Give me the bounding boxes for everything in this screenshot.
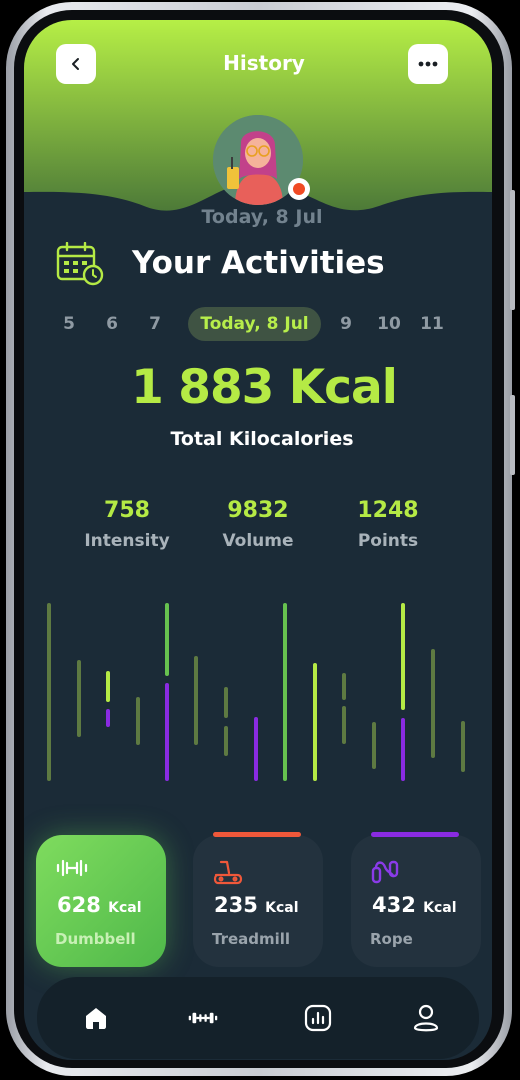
stat-points: 1248 Points	[323, 498, 453, 551]
day-11[interactable]: 11	[419, 307, 445, 341]
calendar-clock-icon	[56, 241, 104, 290]
nav-workouts[interactable]	[188, 1003, 218, 1033]
stat-value: 758	[104, 498, 150, 523]
day-today[interactable]: Today, 8 Jul	[188, 307, 321, 341]
more-horizontal-icon	[418, 61, 438, 67]
stat-intensity: 758 Intensity	[62, 498, 192, 551]
card-name: Rope	[370, 930, 413, 948]
card-kcal-value: 432	[372, 893, 416, 917]
day-5[interactable]: 5	[58, 307, 80, 341]
nav-stats[interactable]	[303, 1003, 333, 1033]
card-kcal-value: 235	[214, 893, 258, 917]
card-treadmill[interactable]: 235 Kcal Treadmill	[193, 832, 323, 967]
stat-label: Intensity	[84, 531, 170, 551]
day-7[interactable]: 7	[144, 307, 166, 341]
day-9[interactable]: 9	[335, 307, 357, 341]
nav-home[interactable]	[81, 1003, 111, 1033]
activities-title: Your Activities	[132, 245, 385, 281]
dumbbell-icon	[56, 859, 88, 881]
home-icon	[86, 1008, 106, 1029]
profile-icon	[413, 1004, 439, 1032]
card-dumbbell[interactable]: 628 Kcal Dumbbell	[36, 835, 166, 967]
day-selector: 5 6 7 Today, 8 Jul 9 10 11	[24, 307, 492, 341]
side-button-top	[510, 190, 515, 310]
more-button[interactable]	[408, 44, 448, 84]
nav-profile[interactable]	[411, 1003, 441, 1033]
card-kcal-value: 628	[57, 893, 101, 917]
side-button-bottom	[510, 395, 515, 475]
stat-value: 9832	[227, 498, 289, 523]
card-kcal: 628 Kcal	[57, 893, 142, 917]
card-accent-bar	[371, 832, 459, 837]
card-name: Treadmill	[212, 930, 291, 948]
app-screen: History Today, 8 Jul Your Activities 5 6…	[24, 20, 492, 1060]
card-kcal-unit: Kcal	[423, 900, 457, 916]
stat-volume: 9832 Volume	[193, 498, 323, 551]
stat-value: 1248	[357, 498, 419, 523]
stats-icon	[304, 1004, 332, 1032]
bottom-navigation	[37, 977, 479, 1059]
day-10[interactable]: 10	[375, 307, 403, 341]
card-kcal: 235 Kcal	[214, 893, 299, 917]
card-kcal: 432 Kcal	[372, 893, 457, 917]
card-rope[interactable]: 432 Kcal Rope	[351, 832, 481, 967]
treadmill-icon	[213, 859, 243, 889]
total-kcal-label: Total Kilocalories	[170, 428, 354, 450]
jump-rope-icon	[371, 859, 399, 889]
phone-mockup: History Today, 8 Jul Your Activities 5 6…	[0, 0, 520, 1080]
day-6[interactable]: 6	[101, 307, 123, 341]
stat-label: Points	[357, 531, 419, 551]
status-indicator	[288, 178, 310, 200]
profile-date: Today, 8 Jul	[201, 206, 323, 228]
card-kcal-unit: Kcal	[265, 900, 299, 916]
card-name: Dumbbell	[55, 930, 136, 948]
card-kcal-unit: Kcal	[108, 900, 142, 916]
activity-bars-chart	[47, 603, 465, 781]
total-kcal-value: 1 883 Kcal	[131, 360, 398, 415]
card-accent-bar	[213, 832, 301, 837]
stat-label: Volume	[222, 531, 294, 551]
dumbbell-icon	[188, 1012, 218, 1024]
